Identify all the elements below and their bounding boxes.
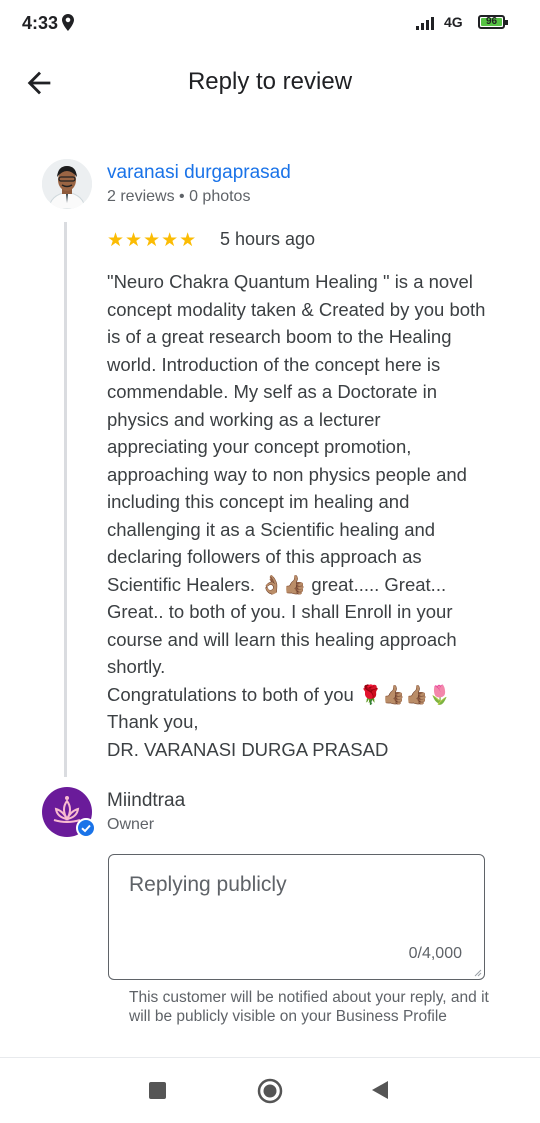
character-counter: 0/4,000 — [408, 945, 462, 962]
review-line: physics and working as a lecturer — [107, 408, 381, 430]
signal-icon — [416, 17, 434, 30]
status-time: 4:33 — [22, 13, 59, 33]
owner-role: Owner — [107, 816, 155, 833]
review-line: "Neuro Chakra Quantum Healing " is a nov… — [107, 271, 473, 292]
circle-icon[interactable] — [257, 1078, 283, 1104]
review-line: course and will learn this healing appro… — [107, 628, 457, 650]
review-line: shortly. — [107, 656, 166, 677]
reply-input[interactable] — [129, 873, 469, 897]
review-line: declaring followers of this approach as — [107, 546, 422, 567]
reviewer-meta: 2 reviews • 0 photos — [107, 188, 251, 205]
owner-name: Miindtraa — [107, 790, 186, 811]
verified-check-icon — [76, 818, 96, 838]
reply-field[interactable]: 0/4,000 — [108, 854, 485, 980]
battery-icon: 96 — [478, 15, 508, 29]
battery-level: 96 — [485, 16, 498, 27]
location-pin-icon — [62, 14, 74, 31]
resize-handle-icon[interactable] — [474, 969, 482, 977]
review-line: Great.. to both of you. I shall Enroll i… — [107, 601, 453, 622]
square-icon[interactable] — [149, 1082, 166, 1099]
person-photo-icon — [42, 159, 92, 209]
star-rating: ★★★★★ — [107, 230, 198, 251]
review-time: 5 hours ago — [220, 229, 316, 249]
thread-line — [64, 222, 67, 777]
review-line: challenging it as a Scientific healing a… — [107, 518, 436, 540]
reviewer-avatar[interactable] — [42, 159, 92, 209]
review-line: DR. VARANASI DURGA PRASAD — [107, 738, 389, 760]
review-line: including this concept im healing and — [107, 491, 410, 512]
review-line: Congratulations to both of you 🌹👍🏽👍🏽🌷 — [107, 683, 452, 705]
reply-helper-text: This customer will be notified about you… — [129, 989, 489, 1025]
review-line: commendable. My self as a Doctorate in — [107, 381, 438, 402]
review-line: Thank you, — [107, 711, 199, 732]
review-line: world. Introduction of the concept here … — [107, 353, 441, 375]
status-bar: 4:33 4G 96 — [0, 0, 540, 48]
reviewer-name-link[interactable]: varanasi durgaprasad — [107, 162, 291, 184]
review-text: "Neuro Chakra Quantum Healing " is a nov… — [107, 268, 517, 763]
review-line: appreciating your concept promotion, — [107, 436, 412, 457]
review-line: Scientific Healers. 👌🏽👍🏽 great..... Grea… — [107, 573, 447, 595]
triangle-back-icon[interactable] — [371, 1080, 389, 1100]
review-line: concept modality taken & Created by you … — [107, 298, 486, 320]
review-line: approaching way to non physics people an… — [107, 463, 467, 485]
network-type: 4G — [444, 14, 463, 30]
review-line: is of a great research boom to the Heali… — [107, 326, 452, 347]
page-title: Reply to review — [187, 68, 353, 95]
